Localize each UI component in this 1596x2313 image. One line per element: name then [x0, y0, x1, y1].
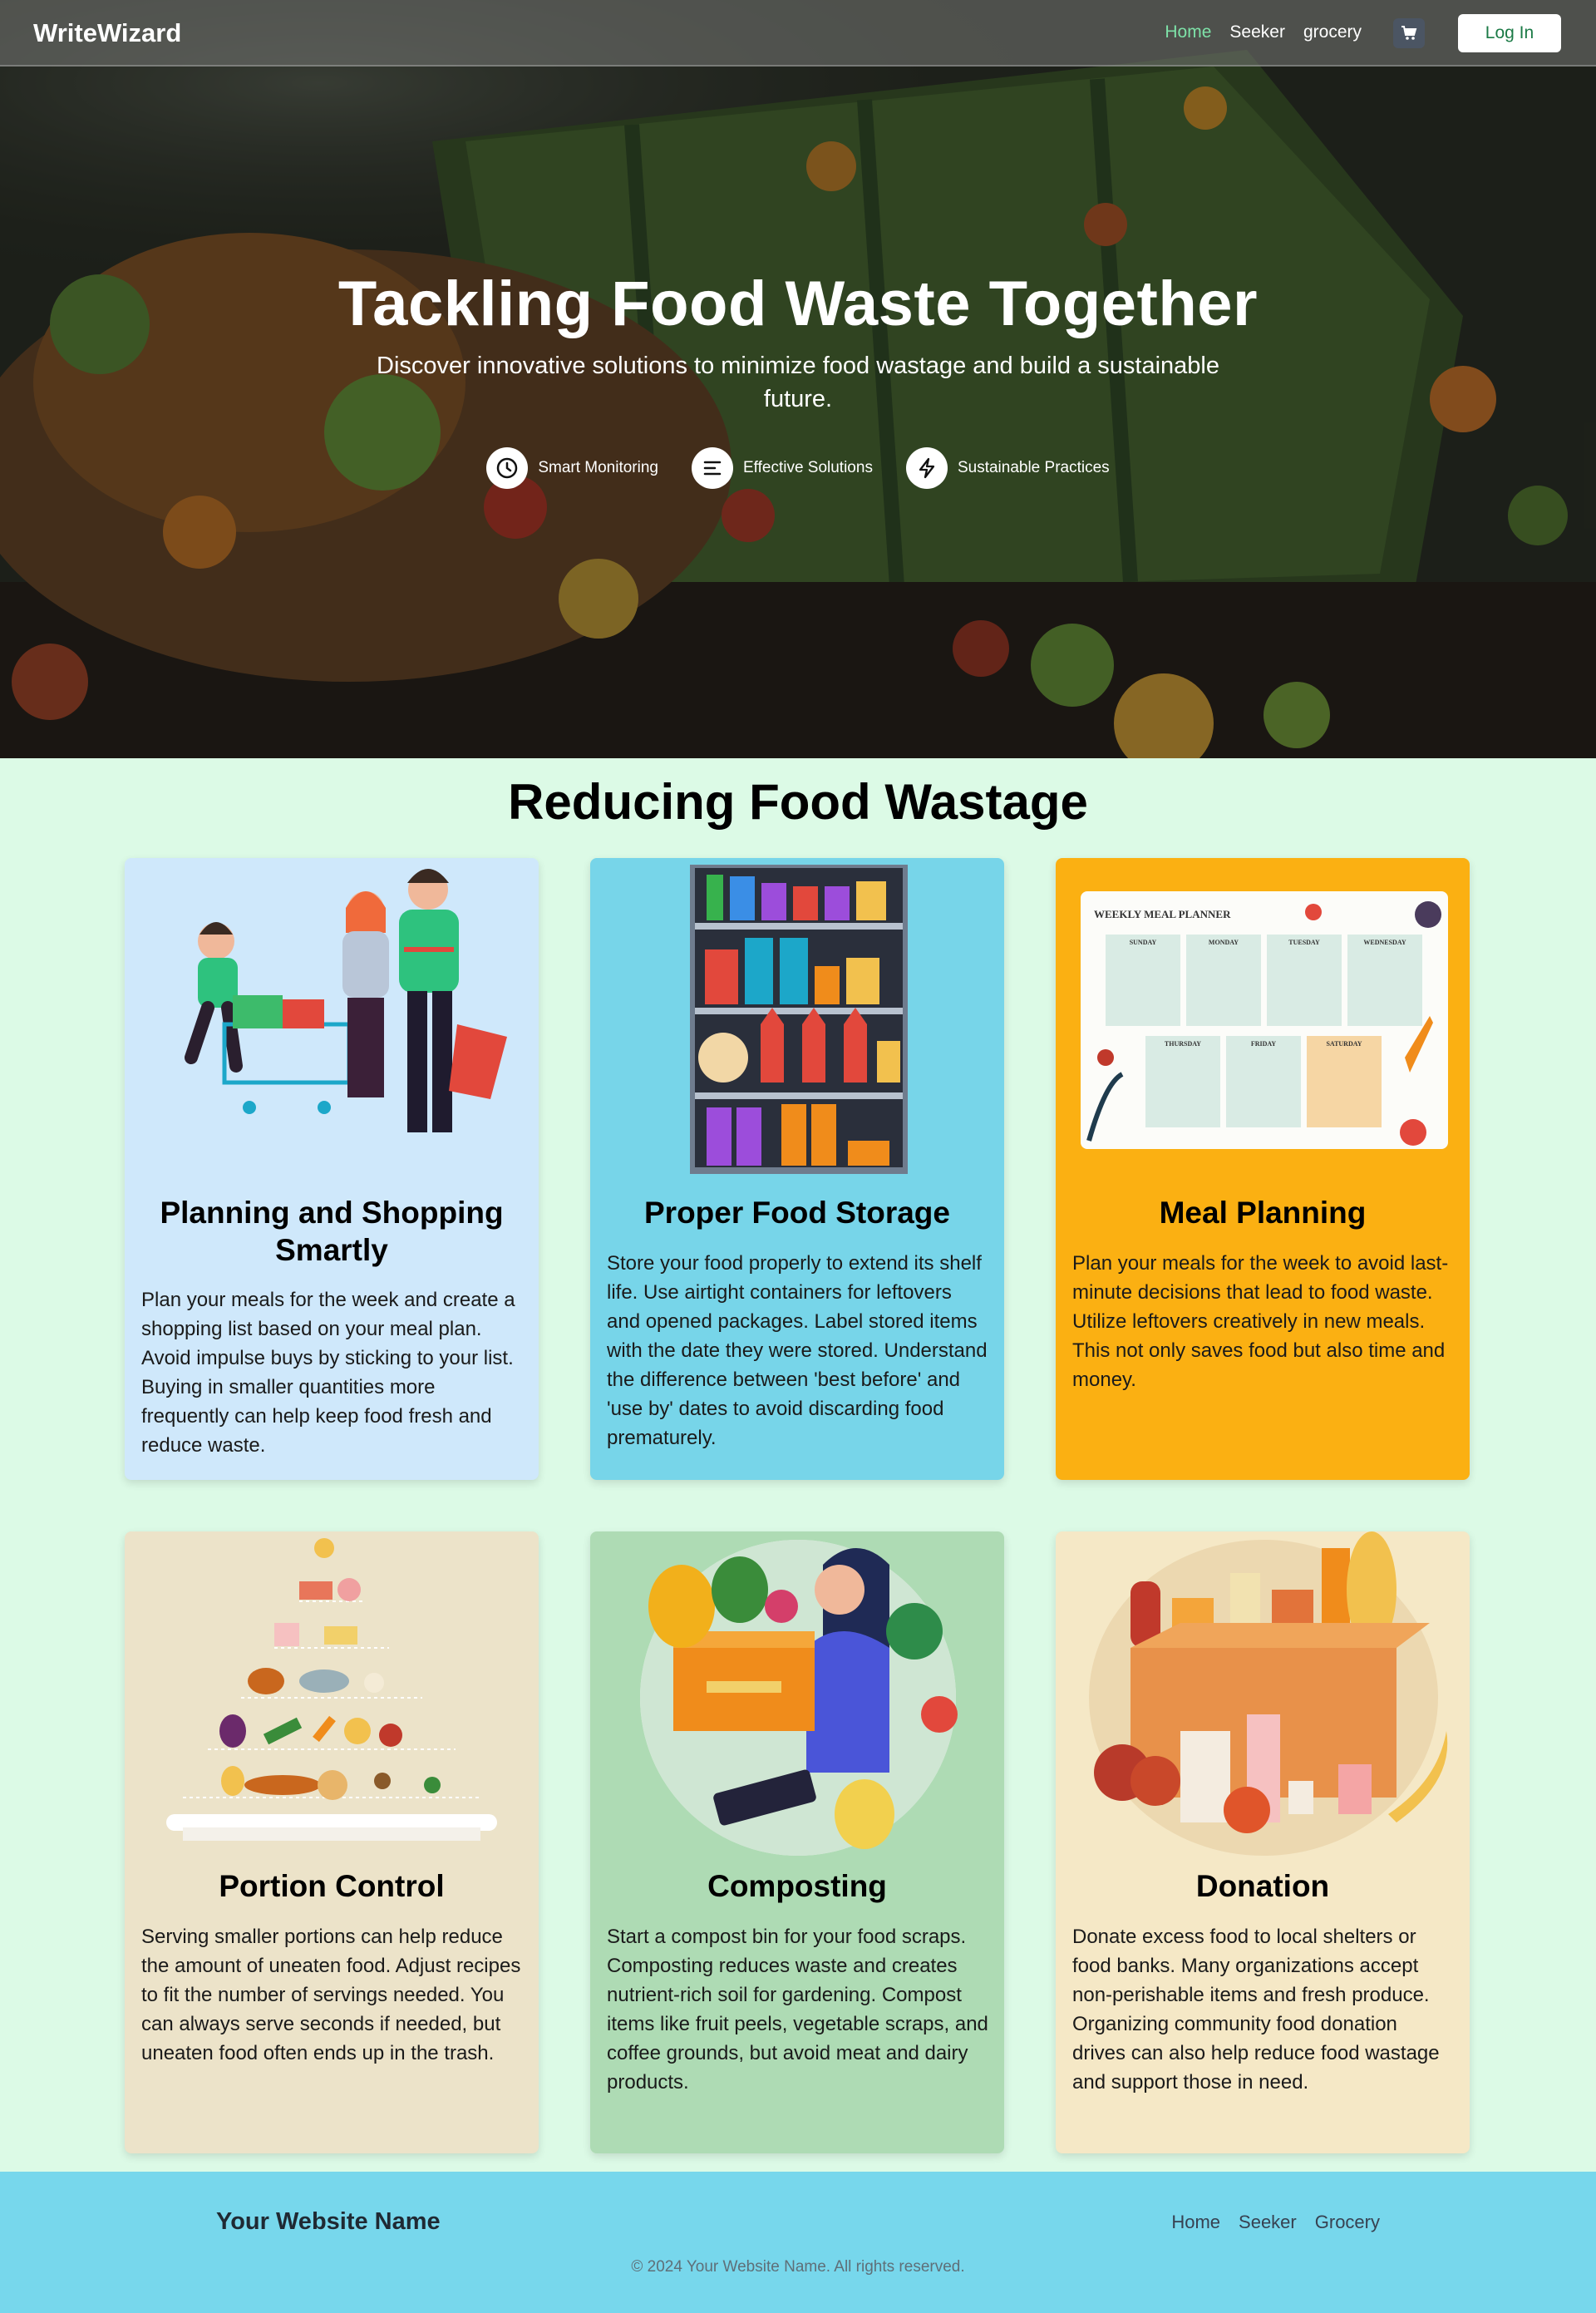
clock-icon [497, 457, 518, 479]
planner-day-label: FRIDAY [1251, 1040, 1277, 1048]
family-shopping-illustration [185, 869, 507, 1132]
hero-subtitle: Discover innovative solutions to minimiz… [377, 353, 1219, 412]
planner-day-label: MONDAY [1209, 939, 1239, 946]
card-food-storage: Proper Food Storage Store your food prop… [590, 858, 1004, 1480]
cart-button[interactable] [1393, 18, 1425, 48]
feature-label: Effective Solutions [742, 459, 873, 476]
nav-link-home[interactable]: Home [1165, 22, 1211, 42]
card-title: Donation [1195, 1869, 1330, 1903]
card-portion-control: Portion Control Serving smaller portions… [125, 1531, 539, 2153]
feature-effective-solutions: Effective Solutions [691, 447, 873, 489]
planner-day-label: SATURDAY [1326, 1040, 1362, 1048]
brand-logo[interactable]: WriteWizard [33, 18, 181, 48]
cart-icon [1401, 26, 1417, 40]
woman-with-produce-box-illustration [640, 1540, 958, 1856]
card-text: Plan your meals for the week to avoid la… [1072, 1252, 1449, 1391]
card-planning-shopping: Planning and Shopping Smartly Plan your … [125, 858, 539, 1480]
planner-day-label: WEDNESDAY [1363, 939, 1406, 946]
footer-links: Home Seeker Grocery [1171, 2212, 1380, 2233]
footer-copyright: © 2024 Your Website Name. All rights res… [631, 2258, 965, 2276]
login-button[interactable]: Log In [1458, 14, 1561, 52]
food-pyramid-illustration [166, 1538, 497, 1841]
footer-brand: Your Website Name [216, 2208, 441, 2235]
footer-link-grocery[interactable]: Grocery [1315, 2212, 1380, 2233]
feature-label: Sustainable Practices [957, 459, 1110, 476]
nav-links: Home Seeker grocery [1165, 22, 1362, 42]
card-text: Start a compost bin for your food scraps… [607, 1926, 988, 2094]
planner-day-label: THURSDAY [1165, 1040, 1201, 1048]
card-title: Planning and Shopping Smartly [160, 1196, 504, 1267]
nav-link-seeker[interactable]: Seeker [1229, 22, 1285, 42]
card-text: Serving smaller portions can help reduce… [141, 1926, 521, 2064]
lines-icon [703, 461, 722, 476]
top-navbar: WriteWizard Home Seeker grocery Log In [0, 0, 1596, 67]
card-title: Meal Planning [1159, 1196, 1367, 1230]
card-text: Plan your meals for the week and create … [141, 1289, 515, 1457]
footer-link-home[interactable]: Home [1171, 2212, 1220, 2233]
card-title: Portion Control [219, 1869, 445, 1903]
weekly-meal-planner-illustration: WEEKLY MEAL PLANNER SUNDAY MONDAY TUESDA… [1081, 891, 1448, 1149]
planner-day-label: SUNDAY [1130, 939, 1157, 946]
card-text: Store your food properly to extend its s… [607, 1252, 988, 1449]
hero-section: WriteWizard Home Seeker grocery Log In T… [0, 0, 1596, 758]
card-composting: Composting Start a compost bin for your … [590, 1531, 1004, 2153]
planner-heading: WEEKLY MEAL PLANNER [1094, 908, 1231, 920]
hero-features: Smart Monitoring Effective Solutions Sus… [0, 447, 1596, 489]
hero-title: Tackling Food Waste Together [337, 269, 1259, 339]
card-text: Donate excess food to local shelters or … [1072, 1926, 1440, 2094]
feature-smart-monitoring: Smart Monitoring [486, 447, 658, 489]
card-meal-planning: WEEKLY MEAL PLANNER SUNDAY MONDAY TUESDA… [1056, 858, 1470, 1480]
footer-link-seeker[interactable]: Seeker [1239, 2212, 1297, 2233]
feature-label: Smart Monitoring [538, 459, 658, 476]
feature-sustainable-practices: Sustainable Practices [905, 447, 1110, 489]
planner-day-label: TUESDAY [1288, 939, 1320, 946]
nav-link-grocery[interactable]: grocery [1303, 22, 1362, 42]
bolt-icon [919, 457, 935, 479]
card-donation: Donation Donate excess food to local she… [1056, 1531, 1470, 2153]
donation-box-illustration [1089, 1531, 1448, 1856]
card-title: Proper Food Storage [644, 1196, 950, 1230]
pantry-shelf-illustration [690, 865, 908, 1174]
section-title: Reducing Food Wastage [508, 774, 1088, 830]
footer: Your Website Name Home Seeker Grocery © … [0, 2172, 1596, 2313]
card-title: Composting [707, 1869, 887, 1903]
